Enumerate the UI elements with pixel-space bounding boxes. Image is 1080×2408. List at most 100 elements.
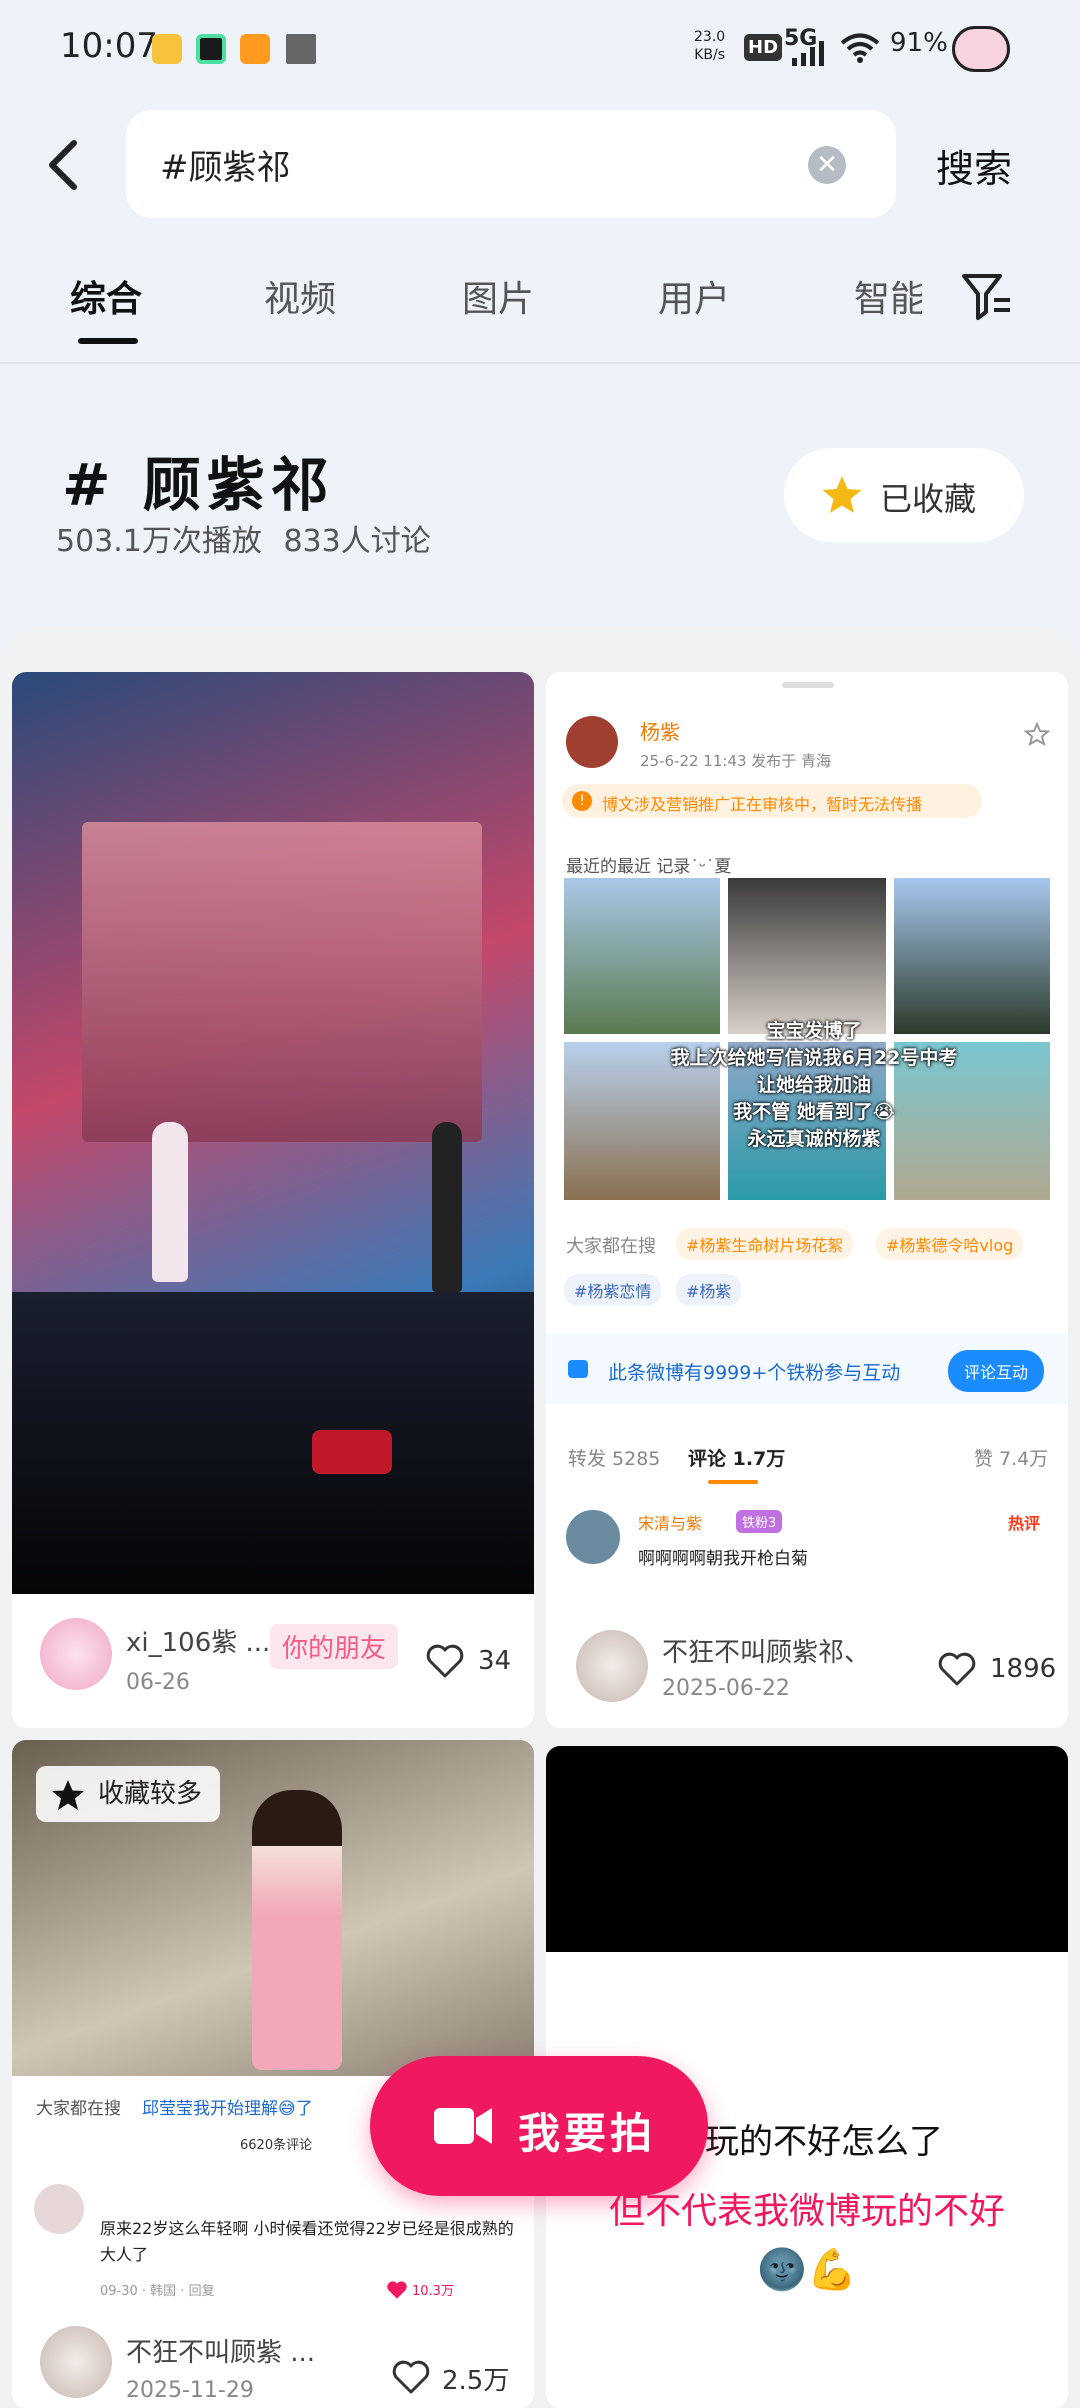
comments-tab-underline: [708, 1480, 758, 1484]
image-emoji: 🌚💪: [757, 2247, 857, 2293]
tag-chip[interactable]: #杨紫恋情: [564, 1274, 662, 1306]
overlay-caption: 宝宝发博了 我上次给她写信说我6月22号中考 让她给我加油 我不管 她看到了😭 …: [624, 1018, 1004, 1153]
commenter-avatar[interactable]: [34, 2184, 84, 2234]
avatar[interactable]: [576, 1630, 648, 1702]
post-text: 最近的最近 记录˙ᵕ˙夏: [566, 857, 732, 877]
avatar[interactable]: [40, 2326, 112, 2398]
comment-interact-button[interactable]: 评论互动: [948, 1350, 1045, 1392]
wifi-icon: [840, 33, 880, 63]
tab-video[interactable]: 视频: [264, 270, 336, 322]
hot-comment-label: 热评: [1008, 1514, 1041, 1533]
shoot-button[interactable]: 我要拍: [370, 2056, 708, 2196]
star-outline-icon[interactable]: [1024, 722, 1050, 746]
tab-all[interactable]: 综合: [70, 270, 142, 322]
search-query: #顾紫祁: [160, 148, 291, 188]
favorites-badge: 收藏较多: [36, 1766, 221, 1822]
shoot-button-label: 我要拍: [518, 2109, 657, 2158]
video-app-icon: [240, 34, 270, 64]
character-figure: [252, 1790, 342, 2070]
tag-chip[interactable]: #杨紫德令哈vlog: [876, 1228, 1024, 1260]
card-user-name[interactable]: xi_106紫 ...: [126, 1622, 270, 1659]
tab-smart-clip: 智能: [854, 270, 922, 320]
comment-text: 啊啊啊啊朝我开枪白菊: [638, 1549, 808, 1569]
weibo-app-icon: [152, 34, 182, 64]
presenter-figure: [152, 1122, 188, 1282]
review-notice: ! 博文涉及营销推广正在审核中，暂时无法传播: [562, 784, 982, 818]
overlay-line: 让她给我加油: [756, 1074, 871, 1096]
post-image-grid[interactable]: 宝宝发博了 我上次给她写信说我6月22号中考 让她给我加油 我不管 她看到了😭 …: [564, 878, 1050, 1200]
like-total[interactable]: 赞 7.4万: [974, 1444, 1048, 1471]
info-icon: !: [572, 791, 592, 811]
tab-users[interactable]: 用户: [658, 270, 730, 322]
grid-photo[interactable]: [564, 878, 720, 1034]
drama-still[interactable]: 收藏较多: [12, 1740, 534, 2076]
card-user-name[interactable]: 不狂不叫顾紫 ...: [126, 2332, 315, 2369]
net-speed: 23.0 KB/s: [694, 28, 725, 64]
tag-chip[interactable]: #杨紫生命树片场花絮: [676, 1228, 854, 1260]
card-date: 2025-06-22: [662, 1676, 790, 1701]
search-input[interactable]: #顾紫祁 ✕: [126, 110, 896, 218]
repost-count[interactable]: 转发 5285: [568, 1444, 660, 1471]
comment-count: 6620条评论: [240, 2138, 313, 2153]
fan-badge: 铁粉3: [736, 1510, 783, 1533]
favorite-button[interactable]: 已收藏: [784, 448, 1024, 542]
interaction-icon: [568, 1360, 588, 1378]
star-icon: [52, 1780, 84, 1810]
card-date: 06-26: [126, 1670, 190, 1695]
hd-icon: HD: [744, 34, 783, 61]
review-notice-text: 博文涉及营销推广正在审核中，暂时无法传播: [602, 795, 923, 814]
net-speed-unit: KB/s: [694, 47, 725, 63]
signal-bars-icon: [792, 41, 824, 66]
post-meta: 25-6-22 11:43 发布于 青海: [640, 752, 832, 770]
comment-count[interactable]: 评论 1.7万: [688, 1444, 785, 1471]
feed-card-video[interactable]: xi_106紫 ... 06-26 你的朋友 34: [12, 672, 534, 1728]
overlay-line: 宝宝发博了: [766, 1020, 862, 1042]
tag-chip[interactable]: #杨紫: [676, 1274, 742, 1306]
status-time: 10:07: [60, 26, 158, 66]
favorite-label: 已收藏: [880, 480, 977, 518]
feed-card-weibo-post[interactable]: 杨紫 25-6-22 11:43 发布于 青海 ! 博文涉及营销推广正在审核中，…: [546, 672, 1068, 1728]
heart-icon[interactable]: [392, 2360, 430, 2394]
heart-icon[interactable]: [426, 1644, 464, 1678]
video-camera-icon: [434, 2108, 492, 2144]
search-term[interactable]: 邱莹莹我开始理解😅了: [142, 2094, 313, 2119]
favorites-badge-label: 收藏较多: [98, 1779, 203, 1809]
like-count: 34: [478, 1646, 512, 1676]
avatar[interactable]: [40, 1618, 112, 1690]
like-count: 2.5万: [442, 2366, 510, 2396]
topic-title: # 顾紫祁: [62, 451, 335, 519]
topic-stats: 503.1万次播放 833人讨论: [56, 516, 431, 560]
poster-avatar[interactable]: [566, 716, 618, 768]
topic-plays: 503.1万次播放: [56, 524, 262, 559]
comment-meta: 09-30 · 韩国 · 回复: [100, 2284, 215, 2299]
card-user-name[interactable]: 不狂不叫顾紫祁、: [662, 1632, 870, 1669]
commenter-name[interactable]: 宋清与紫: [638, 1510, 702, 1534]
search-button[interactable]: 搜索: [936, 138, 1012, 193]
poster-name[interactable]: 杨紫: [640, 716, 680, 745]
filter-icon[interactable]: [960, 270, 1012, 322]
grid-photo[interactable]: [728, 878, 886, 1034]
heart-icon[interactable]: [938, 1652, 976, 1686]
drag-handle: [782, 682, 834, 688]
card-date: 2025-11-29: [126, 2378, 254, 2403]
search-label: 大家都在搜: [566, 1236, 656, 1257]
comment-like-count: 10.3万: [412, 2284, 454, 2299]
overlay-line: 我上次给她写信说我6月22号中考: [670, 1047, 958, 1069]
stage-screen: [82, 822, 482, 1142]
topic-discussions: 833人讨论: [283, 524, 431, 559]
tab-underline: [78, 338, 138, 344]
tab-smart[interactable]: 智能: [854, 270, 922, 320]
interaction-text: 此条微博有9999+个铁粉参与互动: [608, 1362, 901, 1384]
back-arrow-icon[interactable]: [44, 135, 84, 195]
presenter-figure: [432, 1122, 462, 1292]
gallery-app-icon: [286, 34, 316, 64]
grid-photo[interactable]: [894, 878, 1050, 1034]
commenter-avatar[interactable]: [566, 1510, 620, 1564]
video-thumbnail[interactable]: [12, 672, 534, 1594]
battery-level: 91%: [890, 28, 948, 58]
camera-app-icon: [196, 34, 226, 64]
tab-images[interactable]: 图片: [462, 270, 534, 322]
heart-filled-icon[interactable]: [386, 2280, 408, 2300]
clear-icon[interactable]: ✕: [808, 146, 846, 184]
like-count: 1896: [990, 1654, 1057, 1684]
